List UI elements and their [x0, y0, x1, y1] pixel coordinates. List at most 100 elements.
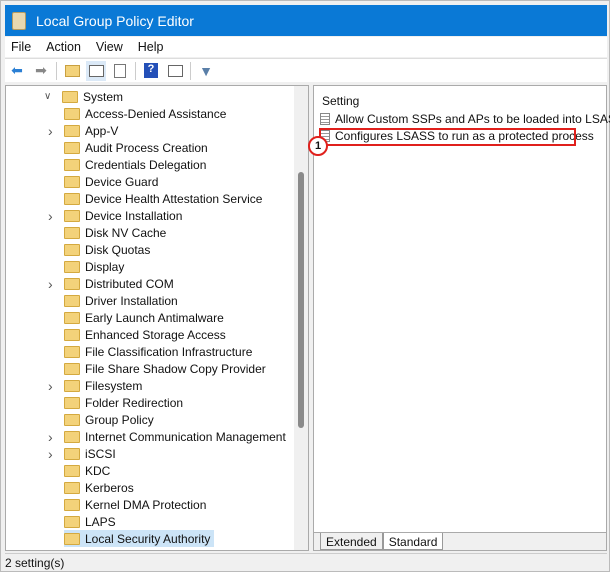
folder-icon — [64, 124, 80, 137]
tab-extended[interactable]: Extended — [320, 533, 383, 550]
setting-column-header[interactable]: Setting — [322, 94, 359, 108]
toolbar-separator — [190, 61, 191, 80]
chevron-right-icon[interactable]: › — [48, 378, 58, 394]
tree-item-label: Internet Communication Management — [85, 429, 286, 444]
tree-item[interactable]: › Filesystem — [48, 377, 146, 394]
tree-item-label: Group Policy — [85, 412, 154, 427]
toolbar-separator — [56, 61, 57, 80]
back-arrow-icon[interactable]: ⬅ — [7, 61, 27, 81]
chevron-right-icon[interactable]: › — [48, 446, 58, 462]
tree-item-label: Kernel DMA Protection — [85, 497, 207, 512]
folder-icon — [64, 141, 80, 154]
setting-row[interactable]: Allow Custom SSPs and APs to be loaded i… — [320, 112, 610, 126]
tree-item[interactable]: Disk NV Cache — [64, 224, 170, 241]
tree-item[interactable]: Folder Redirection — [64, 394, 187, 411]
filter-icon[interactable]: ▼ — [196, 61, 216, 81]
setting-label: Allow Custom SSPs and APs to be loaded i… — [335, 112, 610, 126]
chevron-right-icon[interactable]: › — [48, 276, 58, 292]
scrollbar-thumb[interactable] — [298, 172, 304, 428]
forward-arrow-icon[interactable]: ➡ — [31, 61, 51, 81]
tree-item[interactable]: Kerberos — [64, 479, 138, 496]
tree-item[interactable]: Group Policy — [64, 411, 158, 428]
tree-item-label: Audit Process Creation — [85, 140, 208, 155]
window: Local Group Policy Editor File Action Vi… — [0, 0, 610, 572]
show-hide-action-pane-icon[interactable] — [165, 61, 185, 81]
tree-item-label: Disk NV Cache — [85, 225, 167, 240]
tree-scrollbar[interactable] — [294, 86, 308, 550]
tree-item[interactable]: Enhanced Storage Access — [64, 326, 230, 343]
chevron-right-icon[interactable]: › — [48, 429, 58, 445]
tree-item[interactable]: Device Health Attestation Service — [64, 190, 266, 207]
folder-icon — [64, 464, 80, 477]
tree-item-label: File Classification Infrastructure — [85, 344, 253, 359]
folder-icon — [64, 430, 80, 443]
tree-item[interactable]: › Internet Communication Management — [48, 428, 290, 445]
tab-standard[interactable]: Standard — [382, 533, 444, 550]
tree-item[interactable]: Disk Quotas — [64, 241, 154, 258]
menu-help[interactable]: Help — [138, 40, 164, 54]
menu-file[interactable]: File — [11, 40, 31, 54]
window-title: Local Group Policy Editor — [36, 12, 194, 29]
toolbar-separator — [135, 61, 136, 80]
up-folder-icon[interactable] — [62, 61, 82, 81]
tree-item[interactable]: › App-V — [48, 122, 122, 139]
tree-item[interactable]: LAPS — [64, 513, 120, 530]
tree-item[interactable]: KDC — [64, 462, 114, 479]
folder-icon — [64, 328, 80, 341]
tree-item-label: App-V — [85, 123, 119, 138]
chevron-down-icon[interactable]: ∨ — [44, 91, 54, 102]
tree-item[interactable]: File Classification Infrastructure — [64, 343, 256, 360]
chevron-right-icon[interactable]: › — [48, 208, 58, 224]
folder-icon — [64, 277, 80, 290]
folder-icon — [64, 260, 80, 273]
highlight-box — [319, 128, 576, 146]
view-tabs: Extended Standard — [314, 532, 606, 550]
toolbar: ⬅ ➡ ? ▼ — [5, 58, 607, 82]
tree-item[interactable]: › Device Installation — [48, 207, 186, 224]
tree-item-label: Distributed COM — [85, 276, 174, 291]
tree-item[interactable]: Access-Denied Assistance — [64, 105, 230, 122]
folder-icon — [64, 243, 80, 256]
tree-item-label: Enhanced Storage Access — [85, 327, 226, 342]
policy-setting-icon — [320, 113, 330, 125]
step-callout-badge: 1 — [308, 136, 328, 156]
settings-pane: Setting Allow Custom SSPs and APs to be … — [308, 85, 610, 551]
tree-item[interactable]: Credentials Delegation — [64, 156, 210, 173]
menu-bar: File Action View Help — [5, 37, 607, 57]
tree-item[interactable]: Audit Process Creation — [64, 139, 212, 156]
folder-icon — [64, 294, 80, 307]
tree-item-label: Access-Denied Assistance — [85, 106, 227, 121]
tree-item-system[interactable]: ∨ System — [44, 88, 123, 105]
tree-item-label: Folder Redirection — [85, 395, 184, 410]
tree-item[interactable]: Kernel DMA Protection — [64, 496, 210, 513]
tree-item[interactable]: Display — [64, 258, 128, 275]
folder-icon — [64, 107, 80, 120]
tree-item-label: KDC — [85, 463, 111, 478]
tree-item[interactable]: Driver Installation — [64, 292, 182, 309]
folder-icon — [64, 498, 80, 511]
folder-icon — [64, 481, 80, 494]
menu-view[interactable]: View — [96, 40, 123, 54]
tree-item-label: File Share Shadow Copy Provider — [85, 361, 266, 376]
export-list-icon[interactable] — [110, 61, 130, 81]
tree-item-label: Filesystem — [85, 378, 143, 393]
folder-icon — [64, 192, 80, 205]
tree-item[interactable]: Local Security Authority — [64, 530, 215, 547]
tree-item[interactable]: File Share Shadow Copy Provider — [64, 360, 270, 377]
folder-icon — [64, 515, 80, 528]
menu-action[interactable]: Action — [46, 40, 81, 54]
title-bar: Local Group Policy Editor — [5, 5, 607, 36]
tree-item[interactable]: Device Guard — [64, 173, 162, 190]
tree-item[interactable]: › Distributed COM — [48, 275, 178, 292]
folder-icon — [64, 158, 80, 171]
tree-item[interactable]: › iSCSI — [48, 445, 120, 462]
tree-item[interactable]: Early Launch Antimalware — [64, 309, 228, 326]
tree-item-label: Device Installation — [85, 208, 183, 223]
tree-item-label: System — [83, 89, 124, 104]
help-icon[interactable]: ? — [141, 61, 161, 81]
folder-icon — [64, 209, 80, 222]
show-hide-tree-icon[interactable] — [86, 60, 106, 81]
tree-item-label: Local Security Authority — [85, 531, 211, 546]
folder-icon — [64, 447, 80, 460]
chevron-right-icon[interactable]: › — [48, 123, 58, 139]
